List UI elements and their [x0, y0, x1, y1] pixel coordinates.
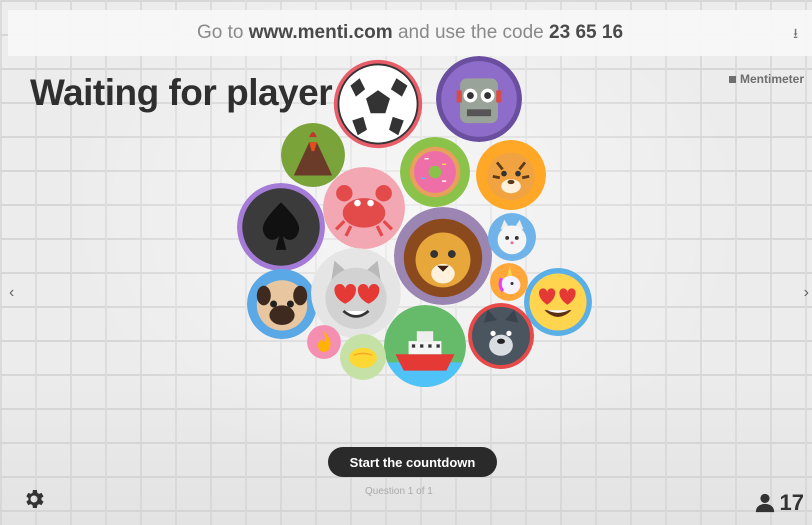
download-icon[interactable]: ⭳: [793, 23, 798, 47]
ship-avatar: [384, 305, 466, 387]
heart-eyes-avatar: [524, 268, 592, 336]
mentimeter-logo: Mentimeter: [728, 72, 804, 86]
soccer-ball-avatar: [332, 58, 424, 150]
crab-avatar: [323, 167, 405, 249]
player-count: 17: [754, 490, 804, 516]
tiger-avatar: [476, 140, 546, 210]
join-url: www.menti.com: [248, 22, 393, 43]
brand-name: Mentimeter: [739, 72, 804, 86]
previous-slide-icon[interactable]: ‹: [9, 284, 14, 302]
robot-avatar: [436, 56, 522, 142]
join-prefix: Go to: [196, 22, 244, 43]
settings-gear-icon[interactable]: [22, 487, 46, 511]
join-middle: and use the code: [397, 22, 544, 43]
start-countdown-button[interactable]: Start the countdown: [328, 447, 497, 477]
join-code: 23 65 16: [549, 22, 624, 43]
wolf-avatar: [468, 303, 534, 369]
lemon-avatar: [340, 334, 386, 380]
cat-avatar: [488, 213, 536, 261]
donut-avatar: [400, 137, 470, 207]
fire-avatar: [307, 325, 341, 359]
pug-avatar: [247, 269, 317, 339]
person-icon: [755, 493, 774, 513]
next-slide-icon[interactable]: ›: [804, 284, 809, 302]
logo-square-icon: [728, 75, 736, 83]
lion-avatar: [394, 207, 492, 305]
page-title: Waiting for player: [30, 72, 333, 113]
join-instructions-bar: Go to www.menti.com and use the code 23 …: [8, 10, 812, 56]
unicorn-avatar: [490, 263, 528, 301]
presentation-slide: Go to www.menti.com and use the code 23 …: [0, 0, 812, 525]
player-count-value: 17: [779, 490, 804, 515]
question-counter: Question 1 of 1: [365, 486, 433, 497]
spade-avatar: [237, 183, 325, 271]
